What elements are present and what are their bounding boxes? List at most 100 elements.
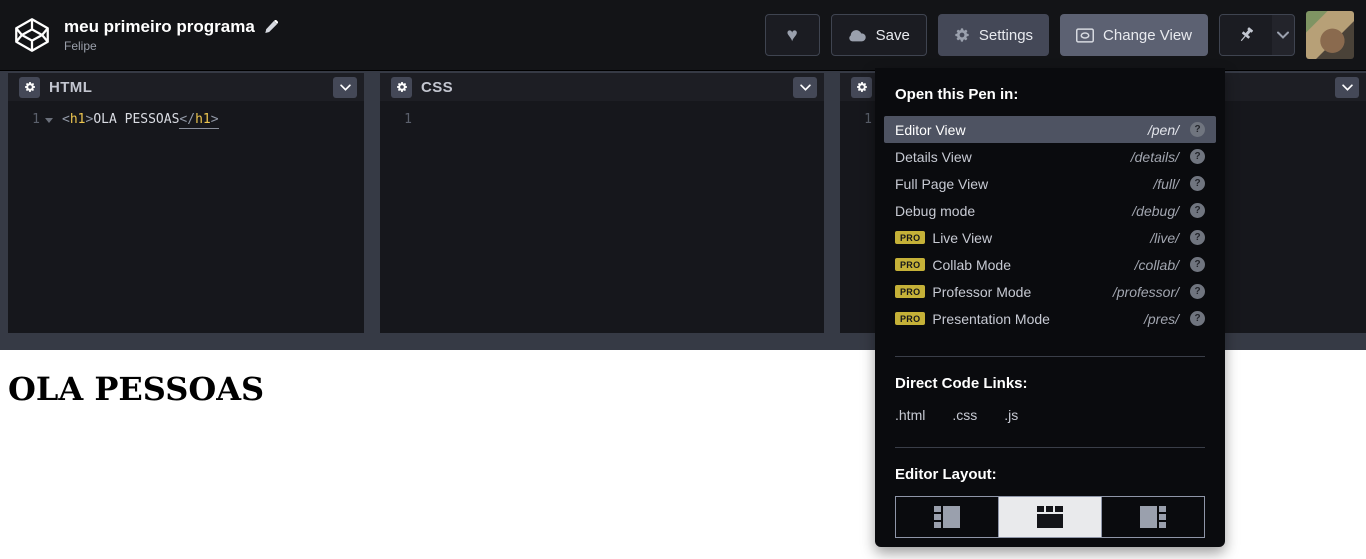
- code-line: 1: [380, 112, 824, 127]
- menu-item-live-view[interactable]: PRO Live View /live/ ?: [884, 224, 1216, 251]
- change-view-dropdown: Open this Pen in: Editor View /pen/ ? De…: [875, 68, 1225, 547]
- direct-link-js[interactable]: .js: [1004, 407, 1018, 423]
- pin-caret-button[interactable]: [1272, 15, 1294, 55]
- layout-left-icon: [934, 506, 960, 528]
- gear-icon: [955, 28, 969, 42]
- direct-link-css[interactable]: .css: [952, 407, 977, 423]
- edit-pencil-icon[interactable]: [264, 19, 278, 34]
- layout-right-icon: [1140, 506, 1166, 528]
- css-panel: CSS 1: [380, 73, 824, 333]
- menu-item-details-view[interactable]: Details View /details/ ?: [884, 143, 1216, 170]
- html-code-editor[interactable]: 1 <h1>OLA PESSOAS</h1>: [8, 101, 364, 333]
- help-icon[interactable]: ?: [1190, 284, 1205, 299]
- menu-item-path: /debug/: [1132, 202, 1179, 219]
- chevron-down-icon: [1341, 83, 1353, 91]
- direct-link-html[interactable]: .html: [895, 407, 925, 423]
- menu-item-path: /live/: [1150, 229, 1179, 246]
- like-button[interactable]: ♥: [764, 14, 820, 56]
- menu-item-path: /pen/: [1147, 121, 1179, 138]
- help-icon[interactable]: ?: [1190, 257, 1205, 272]
- css-panel-title: CSS: [421, 78, 454, 96]
- menu-item-path: /professor/: [1112, 283, 1179, 300]
- change-view-button[interactable]: Change View: [1060, 14, 1208, 56]
- header-actions: ♥ Save Settings Change View: [764, 11, 1354, 59]
- editor-layout-right-button[interactable]: [1101, 497, 1204, 537]
- page-title: meu primeiro programa: [64, 17, 255, 36]
- gear-icon: [24, 82, 35, 92]
- menu-item-presentation-mode[interactable]: PRO Presentation Mode /pres/ ?: [884, 305, 1216, 332]
- cloud-icon: [848, 30, 866, 42]
- fold-arrow-icon[interactable]: [45, 118, 53, 123]
- pro-badge: PRO: [895, 231, 926, 244]
- menu-item-path: /collab/: [1134, 256, 1179, 273]
- gear-icon: [396, 82, 407, 92]
- js-settings-gear-button[interactable]: [851, 76, 872, 98]
- menu-item-label: Full Page View: [895, 175, 989, 192]
- open-pen-menu: Editor View /pen/ ? Details View /detail…: [875, 116, 1225, 332]
- view-icon: [1076, 27, 1095, 43]
- menu-item-debug-mode[interactable]: Debug mode /debug/ ?: [884, 197, 1216, 224]
- top-header: meu primeiro programa Felipe ♥ Save Sett…: [0, 0, 1366, 71]
- panel-resizer[interactable]: [824, 71, 840, 333]
- help-icon[interactable]: ?: [1190, 149, 1205, 164]
- css-panel-header: CSS: [380, 73, 824, 101]
- menu-item-label: Professor Mode: [932, 283, 1032, 300]
- help-icon[interactable]: ?: [1190, 230, 1205, 245]
- codepen-logo-icon[interactable]: [14, 17, 50, 53]
- css-panel-collapse-button[interactable]: [793, 76, 817, 98]
- help-icon[interactable]: ?: [1190, 203, 1205, 218]
- pen-title-block: meu primeiro programa Felipe: [64, 17, 278, 53]
- help-icon[interactable]: ?: [1190, 122, 1205, 137]
- chevron-down-icon: [1277, 31, 1289, 39]
- panel-resizer[interactable]: [364, 71, 380, 333]
- html-panel-collapse-button[interactable]: [333, 76, 357, 98]
- menu-item-collab-mode[interactable]: PRO Collab Mode /collab/ ?: [884, 251, 1216, 278]
- menu-item-professor-mode[interactable]: PRO Professor Mode /professor/ ?: [884, 278, 1216, 305]
- code-text: <h1>OLA PESSOAS</h1>: [62, 112, 219, 129]
- help-icon[interactable]: ?: [1190, 311, 1205, 326]
- html-panel-title: HTML: [49, 78, 93, 96]
- pin-button[interactable]: [1220, 15, 1272, 55]
- chevron-down-icon: [799, 83, 811, 91]
- menu-item-path: /pres/: [1143, 310, 1179, 327]
- pro-badge: PRO: [895, 312, 926, 325]
- layout-top-icon: [1037, 506, 1063, 528]
- direct-code-links-title: Direct Code Links:: [895, 375, 1028, 392]
- chevron-down-icon: [339, 83, 351, 91]
- settings-button[interactable]: Settings: [937, 14, 1050, 56]
- pen-author[interactable]: Felipe: [64, 39, 278, 53]
- pushpin-icon: [1240, 27, 1254, 42]
- menu-item-path: /details/: [1130, 148, 1179, 165]
- editor-layout-title: Editor Layout:: [895, 466, 997, 483]
- menu-item-editor-view[interactable]: Editor View /pen/ ?: [884, 116, 1216, 143]
- menu-item-label: Collab Mode: [932, 256, 1012, 273]
- html-settings-gear-button[interactable]: [19, 76, 40, 98]
- gear-icon: [856, 82, 867, 92]
- menu-item-label: Editor View: [895, 121, 966, 138]
- settings-button-label: Settings: [978, 26, 1034, 44]
- editor-layout-top-button[interactable]: [998, 497, 1101, 537]
- editor-layout-left-button[interactable]: [896, 497, 998, 537]
- menu-item-label: Details View: [895, 148, 972, 165]
- save-button[interactable]: Save: [830, 14, 927, 56]
- menu-item-label: Presentation Mode: [932, 310, 1050, 327]
- css-settings-gear-button[interactable]: [391, 76, 412, 98]
- html-panel: HTML 1 <h1>OLA PESSOAS</h1>: [8, 73, 364, 333]
- line-number: 1: [864, 112, 872, 127]
- pro-badge: PRO: [895, 258, 926, 271]
- line-number: 1: [404, 112, 412, 127]
- line-number: 1: [32, 112, 40, 127]
- dropdown-title: Open this Pen in:: [895, 86, 1019, 103]
- css-code-editor[interactable]: 1: [380, 101, 824, 333]
- menu-item-path: /full/: [1153, 175, 1179, 192]
- editor-layout-switcher: [895, 496, 1205, 538]
- heart-icon: ♥: [786, 24, 798, 46]
- js-panel-collapse-button[interactable]: [1335, 76, 1359, 98]
- save-button-label: Save: [875, 26, 910, 44]
- menu-item-label: Debug mode: [895, 202, 976, 219]
- html-panel-header: HTML: [8, 73, 364, 101]
- menu-item-full-page-view[interactable]: Full Page View /full/ ?: [884, 170, 1216, 197]
- help-icon[interactable]: ?: [1190, 176, 1205, 191]
- pro-badge: PRO: [895, 285, 926, 298]
- avatar[interactable]: [1306, 11, 1354, 59]
